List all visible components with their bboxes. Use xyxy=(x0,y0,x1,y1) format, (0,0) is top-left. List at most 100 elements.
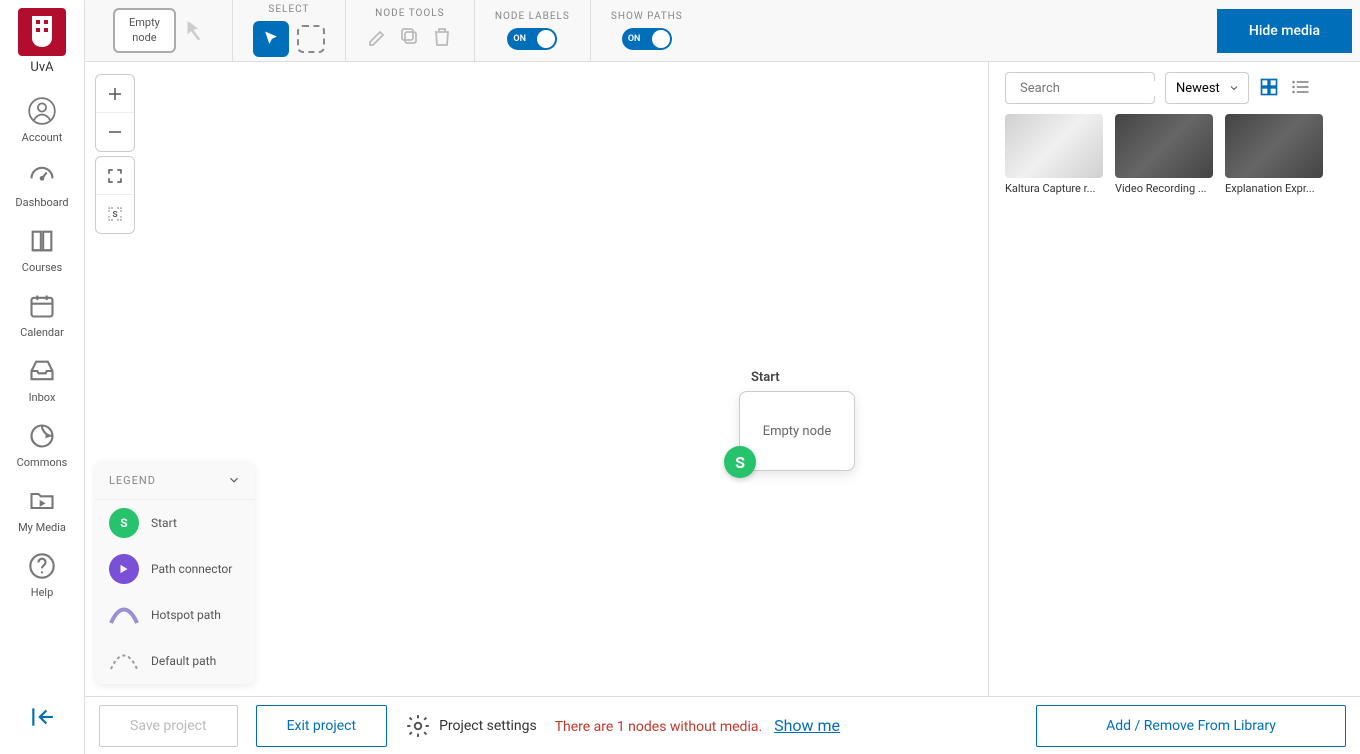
nav-label: Account xyxy=(22,131,63,144)
nav-courses[interactable]: Courses xyxy=(0,217,84,282)
nav-label: Help xyxy=(31,586,54,599)
help-icon xyxy=(26,550,58,582)
save-project-button[interactable]: Save project xyxy=(99,705,238,747)
brand-text: UvA xyxy=(30,60,53,75)
gear-icon xyxy=(405,713,431,739)
start-circle-icon: S xyxy=(109,508,139,538)
edit-node-button[interactable] xyxy=(366,25,390,53)
pointer-tool[interactable] xyxy=(253,21,289,57)
plus-icon xyxy=(106,85,124,103)
list-view-button[interactable] xyxy=(1291,77,1313,99)
toolbar: Empty node SELECT NODE TOOLS xyxy=(85,0,1360,62)
search-box[interactable] xyxy=(1005,72,1155,104)
legend-panel: LEGEND S Start Path connector Hotspot pa… xyxy=(95,461,255,684)
university-shield-icon xyxy=(28,14,56,50)
show-me-link[interactable]: Show me xyxy=(774,716,840,735)
toggle-on-label: ON xyxy=(628,34,641,44)
nav-label: Courses xyxy=(22,261,62,274)
media-thumbnail[interactable] xyxy=(1225,114,1323,178)
legend-label: Default path xyxy=(151,654,216,668)
media-sidebar: Newest Kaltura Capture r... Video Reco xyxy=(988,62,1360,696)
media-title: Video Recording ... xyxy=(1115,182,1213,195)
legend-header[interactable]: LEGEND xyxy=(95,461,255,500)
chevron-down-icon xyxy=(1228,82,1240,94)
collapse-left-icon xyxy=(29,704,55,730)
media-item[interactable]: Video Recording ... xyxy=(1115,114,1213,195)
media-title: Kaltura Capture r... xyxy=(1005,182,1103,195)
user-icon xyxy=(26,95,58,127)
select-section-label: SELECT xyxy=(268,4,309,15)
node-tools-label: NODE TOOLS xyxy=(375,8,444,19)
focus-start-button[interactable]: S xyxy=(96,195,134,233)
warning-text: There are 1 nodes without media. xyxy=(555,719,762,735)
settings-label: Project settings xyxy=(439,718,537,734)
start-badge: S xyxy=(724,446,756,478)
inbox-icon xyxy=(26,355,58,387)
toggle-knob xyxy=(537,30,555,48)
legend-item-default: Default path xyxy=(95,638,255,684)
brand-logo[interactable] xyxy=(18,8,66,56)
canvas-node[interactable]: Empty node S xyxy=(739,391,855,471)
nav-account[interactable]: Account xyxy=(0,87,84,152)
chevron-down-icon xyxy=(227,473,241,487)
legend-item-start: S Start xyxy=(95,500,255,546)
media-grid: Kaltura Capture r... Video Recording ...… xyxy=(1005,114,1344,195)
copy-node-button[interactable] xyxy=(398,25,422,53)
media-thumbnail[interactable] xyxy=(1005,114,1103,178)
media-item[interactable]: Kaltura Capture r... xyxy=(1005,114,1103,195)
project-settings-link[interactable]: Project settings xyxy=(405,713,537,739)
legend-label: Hotspot path xyxy=(151,608,221,622)
nav-calendar[interactable]: Calendar xyxy=(0,282,84,347)
nav-inbox[interactable]: Inbox xyxy=(0,347,84,412)
marquee-tool[interactable] xyxy=(297,25,325,53)
book-icon xyxy=(26,225,58,257)
delete-node-button[interactable] xyxy=(430,25,454,53)
hide-media-button[interactable]: Hide media xyxy=(1217,9,1352,53)
legend-title: LEGEND xyxy=(109,474,156,487)
legend-item-hotspot: Hotspot path xyxy=(95,592,255,638)
fit-screen-button[interactable] xyxy=(96,157,134,195)
default-path-icon xyxy=(109,646,139,676)
media-item[interactable]: Explanation Expr... xyxy=(1225,114,1323,195)
nav-dashboard[interactable]: Dashboard xyxy=(0,152,84,217)
sort-dropdown[interactable]: Newest xyxy=(1165,72,1249,104)
node-labels-toggle[interactable]: ON xyxy=(507,28,557,50)
zoom-in-button[interactable] xyxy=(96,75,134,113)
calendar-icon xyxy=(26,290,58,322)
show-paths-toggle[interactable]: ON xyxy=(622,28,672,50)
share-icon xyxy=(26,420,58,452)
nav-label: Dashboard xyxy=(15,196,68,209)
zoom-out-button[interactable] xyxy=(96,113,134,151)
media-thumbnail[interactable] xyxy=(1115,114,1213,178)
warning-area: There are 1 nodes without media. Show me xyxy=(555,716,840,735)
path-connector-icon xyxy=(109,554,139,584)
canvas-node-wrapper: Start Empty node S xyxy=(739,370,855,471)
canvas[interactable]: S Start Empty node S LEGEND S xyxy=(85,62,988,696)
grid-view-button[interactable] xyxy=(1259,77,1281,99)
add-remove-library-button[interactable]: Add / Remove From Library xyxy=(1036,705,1346,747)
svg-text:S: S xyxy=(112,210,117,220)
workspace: S Start Empty node S LEGEND S xyxy=(85,62,1360,696)
collapse-sidebar-button[interactable] xyxy=(17,692,67,746)
sort-value: Newest xyxy=(1176,81,1220,96)
media-title: Explanation Expr... xyxy=(1225,182,1323,195)
trash-icon xyxy=(430,25,454,49)
media-folder-icon xyxy=(26,485,58,517)
hotspot-path-icon xyxy=(109,600,139,630)
nav-help[interactable]: Help xyxy=(0,542,84,607)
legend-label: Start xyxy=(151,516,177,530)
toggle-on-label: ON xyxy=(513,34,526,44)
legend-item-path-connector: Path connector xyxy=(95,546,255,592)
nav-label: Calendar xyxy=(20,326,64,339)
empty-node-draggable[interactable]: Empty node xyxy=(113,8,176,53)
focus-start-icon: S xyxy=(106,205,124,223)
search-input[interactable] xyxy=(1020,81,1186,96)
fullscreen-icon xyxy=(106,167,124,185)
grid-icon xyxy=(1259,77,1279,97)
nav-mymedia[interactable]: My Media xyxy=(0,477,84,542)
exit-project-button[interactable]: Exit project xyxy=(256,705,388,747)
nav-commons[interactable]: Commons xyxy=(0,412,84,477)
main-area: Empty node SELECT NODE TOOLS xyxy=(85,0,1360,754)
toggle-knob xyxy=(652,30,670,48)
speedometer-icon xyxy=(26,160,58,192)
